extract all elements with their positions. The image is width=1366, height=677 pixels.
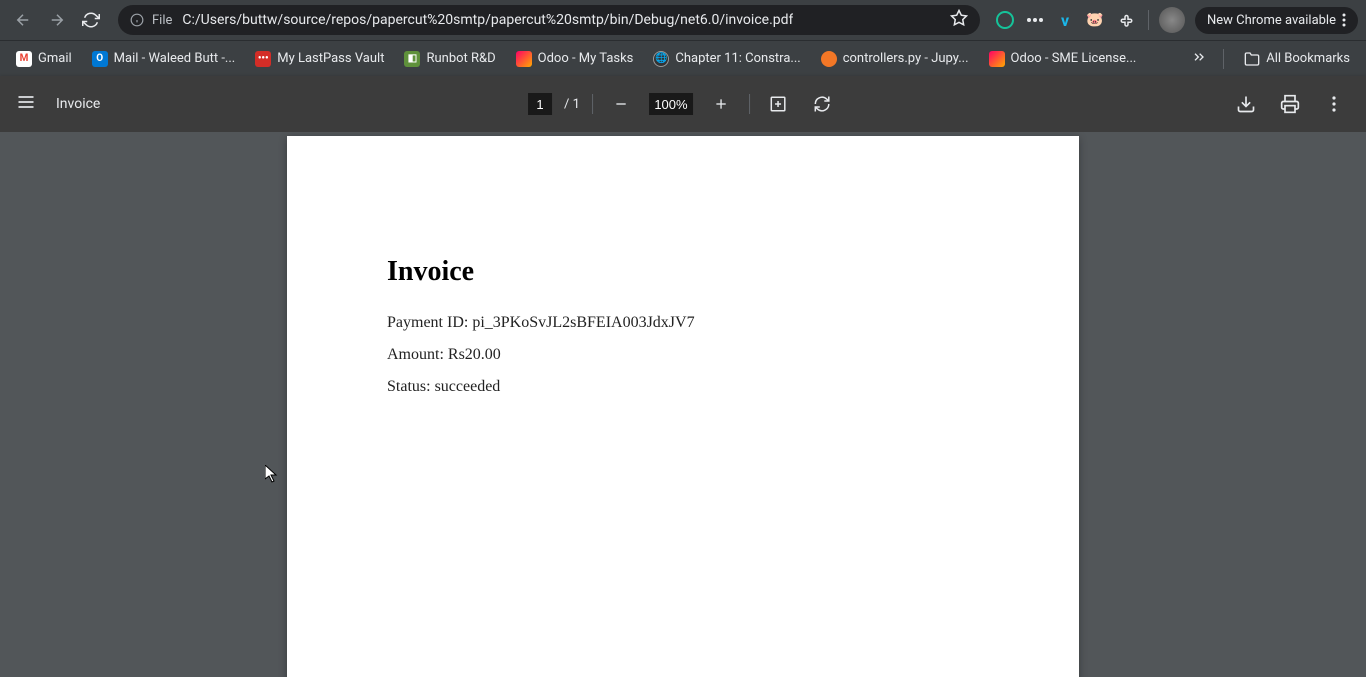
jupyter-icon <box>821 51 837 67</box>
toolbar-divider <box>1148 10 1149 30</box>
extension-honey-icon[interactable]: 🐷 <box>1082 7 1108 33</box>
scheme-label: File <box>150 11 174 30</box>
more-vert-icon <box>1332 96 1336 112</box>
outlook-icon: O <box>92 51 108 67</box>
zoom-level-input[interactable] <box>649 93 693 115</box>
new-chrome-button[interactable]: New Chrome available <box>1195 7 1358 34</box>
file-scheme-badge: File <box>130 11 174 30</box>
star-icon <box>950 9 968 27</box>
profile-avatar[interactable] <box>1159 7 1185 33</box>
minus-icon <box>613 96 629 112</box>
odoo-icon <box>516 51 532 67</box>
bookmarks-bar: M Gmail O Mail - Waleed Butt -... ••• My… <box>0 40 1366 76</box>
more-options-button[interactable] <box>1318 88 1350 120</box>
arrow-left-icon <box>14 11 32 29</box>
all-bookmarks-button[interactable]: All Bookmarks <box>1236 47 1358 71</box>
forward-button[interactable] <box>42 5 72 35</box>
doc-heading: Invoice <box>387 256 979 288</box>
bookmark-jupyter[interactable]: controllers.py - Jupy... <box>813 47 977 71</box>
bookmark-runbot[interactable]: ◧ Runbot R&D <box>396 47 503 71</box>
reload-button[interactable] <box>76 5 106 35</box>
back-button[interactable] <box>8 5 38 35</box>
info-icon <box>130 13 144 27</box>
page-total: / 1 <box>564 97 580 112</box>
status-line: Status: succeeded <box>387 378 979 396</box>
fit-to-page-button[interactable] <box>762 88 794 120</box>
runbot-icon: ◧ <box>404 51 420 67</box>
bookmark-star-button[interactable] <box>950 9 968 31</box>
extension-vimeo-icon[interactable]: v <box>1052 7 1078 33</box>
download-button[interactable] <box>1230 88 1262 120</box>
bookmark-lastpass[interactable]: ••• My LastPass Vault <box>247 47 392 71</box>
extensions-button[interactable] <box>1112 7 1138 33</box>
download-icon <box>1236 94 1256 114</box>
fit-page-icon <box>769 95 787 113</box>
puzzle-icon <box>1116 11 1134 29</box>
page-number-input[interactable] <box>528 93 552 115</box>
url-text: C:/Users/buttw/source/repos/papercut%20s… <box>182 12 793 28</box>
chevron-double-right-icon <box>1191 49 1207 65</box>
print-button[interactable] <box>1274 88 1306 120</box>
rotate-icon <box>813 95 831 113</box>
gmail-icon: M <box>16 51 32 67</box>
plus-icon <box>713 96 729 112</box>
arrow-right-icon <box>48 11 66 29</box>
pdf-title: Invoice <box>56 96 100 112</box>
bookmarks-divider <box>1223 49 1224 69</box>
pdf-toolbar-divider-2 <box>749 94 750 114</box>
pdf-toolbar: Invoice / 1 <box>0 76 1366 132</box>
payment-id-line: Payment ID: pi_3PKoSvJL2sBFEIA003JdxJV7 <box>387 314 979 332</box>
bookmark-chapter11[interactable]: 🌐 Chapter 11: Constra... <box>645 47 808 71</box>
pdf-toolbar-divider <box>592 94 593 114</box>
zoom-in-button[interactable] <box>705 88 737 120</box>
more-vert-icon <box>1342 13 1346 27</box>
zoom-out-button[interactable] <box>605 88 637 120</box>
globe-icon: 🌐 <box>653 51 669 67</box>
pdf-menu-button[interactable] <box>16 92 36 116</box>
rotate-button[interactable] <box>806 88 838 120</box>
extension-generic-icon[interactable] <box>1022 7 1048 33</box>
amount-line: Amount: Rs20.00 <box>387 346 979 364</box>
print-icon <box>1280 94 1300 114</box>
odoo-icon-2 <box>989 51 1005 67</box>
hamburger-icon <box>16 92 36 112</box>
bookmark-odoo-tasks[interactable]: Odoo - My Tasks <box>508 47 642 71</box>
pdf-viewport[interactable]: Invoice Payment ID: pi_3PKoSvJL2sBFEIA00… <box>0 132 1366 677</box>
bookmark-odoo-sme[interactable]: Odoo - SME License... <box>981 47 1145 71</box>
address-bar[interactable]: File C:/Users/buttw/source/repos/papercu… <box>118 5 980 35</box>
folder-icon <box>1244 51 1260 67</box>
bookmarks-overflow-button[interactable] <box>1187 45 1211 73</box>
lastpass-icon: ••• <box>255 51 271 67</box>
reload-icon <box>82 11 100 29</box>
extension-grammarly-icon[interactable] <box>992 7 1018 33</box>
bookmark-gmail[interactable]: M Gmail <box>8 47 80 71</box>
bookmark-outlook[interactable]: O Mail - Waleed Butt -... <box>84 47 244 71</box>
browser-toolbar: File C:/Users/buttw/source/repos/papercu… <box>0 0 1366 40</box>
pdf-page: Invoice Payment ID: pi_3PKoSvJL2sBFEIA00… <box>287 136 1079 677</box>
